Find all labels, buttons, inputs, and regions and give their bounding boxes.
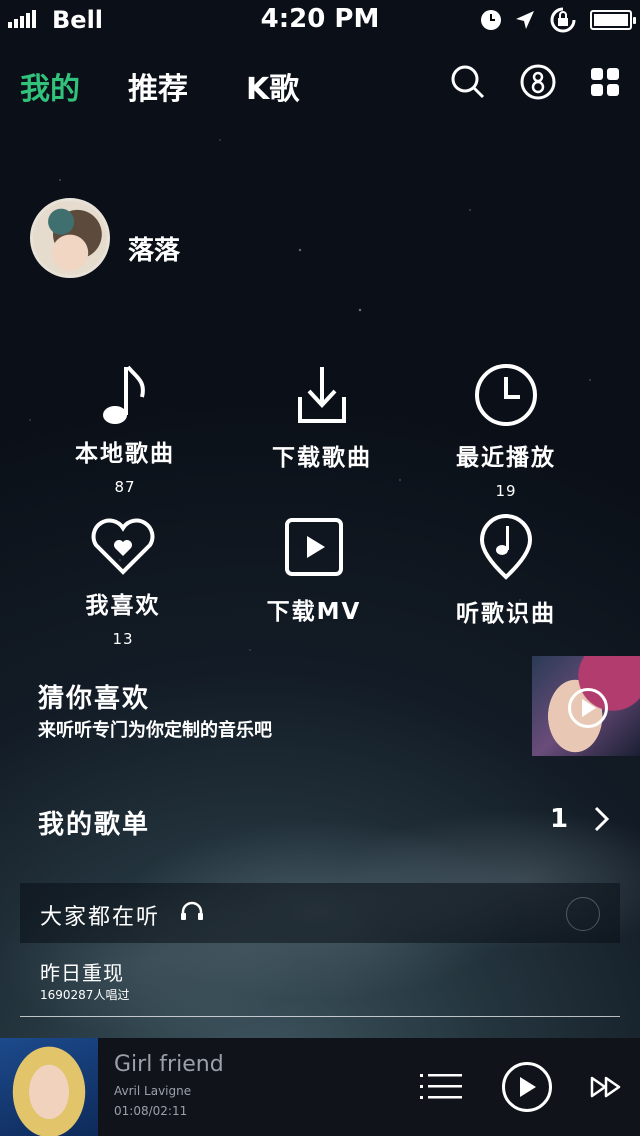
grid-item-count: 87 xyxy=(114,478,136,496)
chevron-right-icon[interactable] xyxy=(594,806,610,832)
mv-play-icon xyxy=(285,518,343,576)
search-icon[interactable] xyxy=(450,64,486,100)
mini-player[interactable]: Girl friend Avril Lavigne 01:08/02:11 xyxy=(0,1038,640,1136)
avatar[interactable] xyxy=(30,198,110,278)
song-title[interactable]: 昨日重现 xyxy=(40,957,124,986)
track-artist: Avril Lavigne xyxy=(114,1084,192,1098)
clock-icon xyxy=(475,364,537,426)
guess-subtitle: 来听听专门为你定制的音乐吧 xyxy=(38,720,272,741)
rotation-lock-icon xyxy=(550,7,576,33)
divider xyxy=(20,1016,620,1017)
heart-icon xyxy=(91,518,155,575)
battery-icon xyxy=(590,10,636,30)
status-bar: Bell 4:20 PM xyxy=(0,0,640,40)
grid-item-count: 13 xyxy=(112,630,134,648)
profile-icon[interactable] xyxy=(520,64,556,100)
music-pin-icon xyxy=(480,514,532,580)
grid-item-label: 下载MV xyxy=(266,599,362,625)
grid-item-label: 最近播放 xyxy=(456,445,556,471)
username[interactable]: 落落 xyxy=(128,230,180,267)
grid-item-song-recognition[interactable]: 听歌识曲 xyxy=(406,512,606,638)
fast-forward-icon[interactable] xyxy=(590,1076,622,1098)
music-note-icon xyxy=(103,365,145,424)
track-time: 01:08/02:11 xyxy=(114,1104,188,1118)
play-icon xyxy=(520,1077,536,1097)
location-arrow-icon xyxy=(516,11,534,29)
playlist-count: 1 xyxy=(550,804,569,834)
grid-item-label: 听歌识曲 xyxy=(456,601,556,627)
grid-item-downloaded-songs[interactable]: 下载歌曲 xyxy=(222,360,422,482)
track-title: Girl friend xyxy=(114,1052,224,1077)
download-icon xyxy=(298,367,346,423)
grid-item-local-songs[interactable]: 本地歌曲 87 xyxy=(25,360,225,496)
play-button[interactable] xyxy=(502,1062,552,1112)
everyone-listening-label: 大家都在听 xyxy=(40,905,161,930)
guess-title[interactable]: 猜你喜欢 xyxy=(38,678,150,715)
tab-karaoke[interactable]: K歌 xyxy=(246,64,299,108)
grid-item-recent-plays[interactable]: 最近播放 19 xyxy=(406,360,606,500)
grid-item-favorites[interactable]: 我喜欢 13 xyxy=(23,512,223,648)
alarm-icon xyxy=(481,10,501,30)
tab-mine[interactable]: 我的 xyxy=(20,64,80,108)
song-listener-count: 1690287人唱过 xyxy=(40,988,130,1002)
headphone-icon xyxy=(181,901,203,920)
grid-item-label: 我喜欢 xyxy=(85,593,161,619)
grid-item-label: 下载歌曲 xyxy=(272,445,372,471)
grid-item-count: 19 xyxy=(495,482,517,500)
tab-recommend[interactable]: 推荐 xyxy=(128,64,188,108)
grid-item-downloaded-mv[interactable]: 下载MV xyxy=(214,512,414,636)
everyone-listening-bar[interactable]: 大家都在听 xyxy=(20,883,620,943)
my-playlist-title[interactable]: 我的歌单 xyxy=(38,804,150,841)
grid-item-label: 本地歌曲 xyxy=(75,441,175,467)
top-navigation: 我的 推荐 K歌 xyxy=(0,60,640,112)
microphone-icon[interactable] xyxy=(566,897,600,931)
play-icon[interactable] xyxy=(568,688,608,728)
playlist-icon[interactable] xyxy=(420,1072,464,1102)
album-cover[interactable] xyxy=(0,1038,98,1136)
status-icons xyxy=(480,6,636,34)
grid-menu-icon[interactable] xyxy=(590,67,620,97)
